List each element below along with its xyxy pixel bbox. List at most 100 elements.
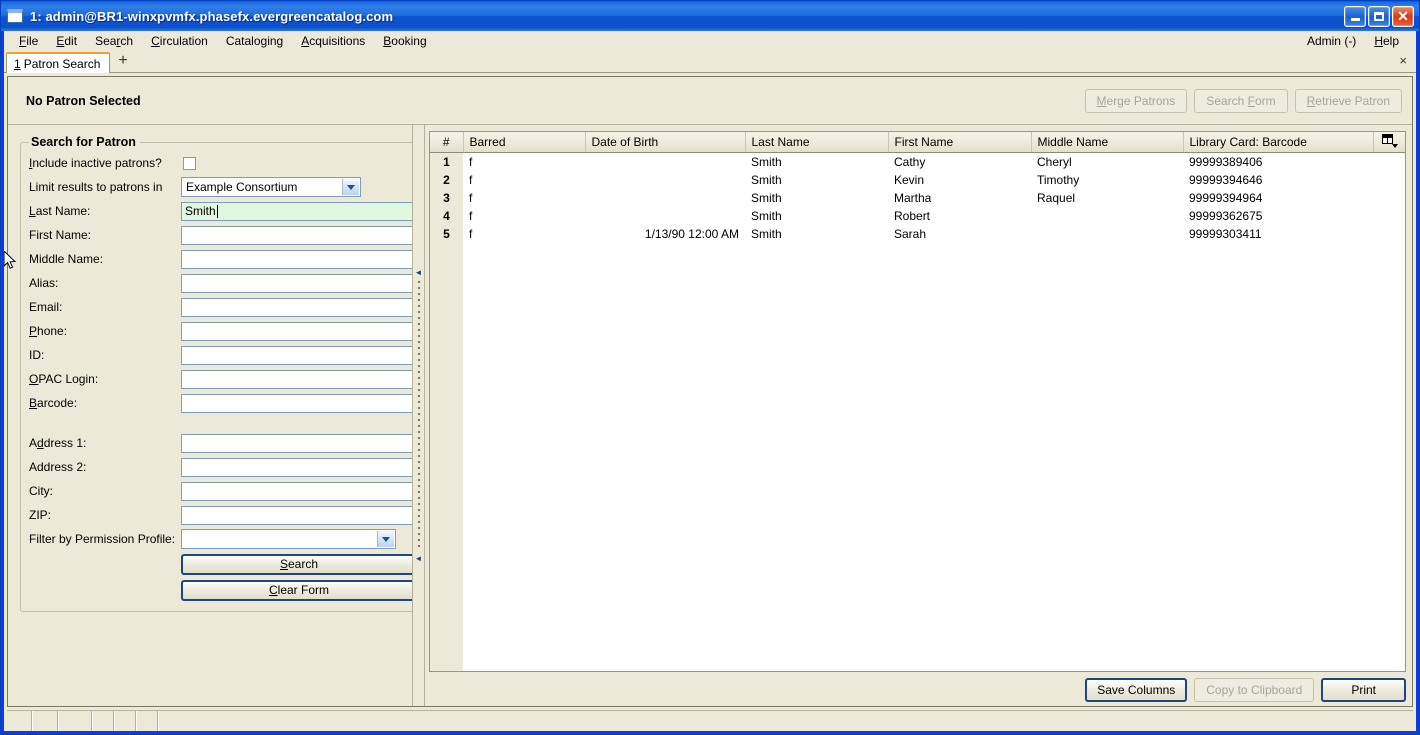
menu-help[interactable]: Help	[1365, 32, 1408, 50]
status-cell	[115, 711, 137, 731]
tab-patron-search[interactable]: 1 Patron Search	[6, 52, 111, 73]
barcode-input[interactable]	[181, 393, 412, 413]
cell-barred: f	[469, 226, 473, 241]
results-header: # Barred Date of Birth Last Name First N…	[430, 132, 1405, 153]
clear-form-button[interactable]: Clear Form	[181, 579, 412, 601]
zip-input[interactable]	[181, 505, 412, 525]
close-button[interactable]: ✕	[1392, 5, 1414, 27]
column-picker-cell[interactable]	[1373, 132, 1405, 153]
status-cell	[59, 711, 93, 731]
row-city: City:	[29, 479, 412, 503]
cell-barred: f	[469, 190, 473, 205]
menu-file[interactable]: File	[10, 32, 47, 50]
application-window: 1: admin@BR1-winxpvmfx.phasefx.evergreen…	[0, 0, 1420, 735]
status-cell	[33, 711, 59, 731]
cell-last-name: Smith	[751, 172, 782, 187]
close-tab-button[interactable]: ×	[1399, 54, 1416, 69]
row-opac-login: OPAC Login:	[29, 367, 412, 391]
save-columns-button[interactable]: Save Columns	[1085, 678, 1188, 702]
table-row[interactable]: 5 f 1/13/90 12:00 AM Smith Sarah 9999930…	[430, 224, 1405, 243]
search-form-button[interactable]: Search Form	[1194, 88, 1288, 113]
row-clear-button: Clear Form	[29, 577, 412, 603]
zip-label: ZIP:	[29, 508, 52, 522]
cell-barred: f	[469, 172, 473, 187]
opac-login-label: OPAC Login:	[29, 372, 99, 386]
menu-bar: File Edit Search Circulation Cataloging …	[4, 31, 1416, 51]
col-header-first-name[interactable]: First Name	[888, 132, 1032, 153]
email-input[interactable]	[181, 297, 412, 317]
middle-name-input[interactable]	[181, 249, 412, 269]
col-header-dob[interactable]: Date of Birth	[585, 132, 746, 153]
patron-header-bar: No Patron Selected Merge Patrons Search …	[8, 77, 1412, 125]
chevron-down-icon[interactable]	[377, 531, 394, 547]
search-for-patron-group: Search for Patron Include inactive patro…	[20, 135, 412, 612]
collapse-left-icon[interactable]: ◄	[415, 268, 423, 277]
maximize-icon	[1374, 11, 1384, 21]
cell-spacer	[1373, 189, 1405, 207]
menu-booking[interactable]: Booking	[374, 32, 435, 50]
first-name-input[interactable]	[181, 225, 412, 245]
alias-input[interactable]	[181, 273, 412, 293]
column-picker-icon[interactable]	[1382, 134, 1399, 148]
row-alias: Alias:	[29, 271, 412, 295]
cell-last-name: Smith	[751, 226, 782, 241]
search-button[interactable]: Search	[181, 553, 412, 575]
col-header-middle-name[interactable]: Middle Name	[1031, 132, 1184, 153]
menu-circulation[interactable]: Circulation	[142, 32, 217, 50]
address-1-input[interactable]	[181, 433, 412, 453]
address-2-input[interactable]	[181, 457, 412, 477]
maximize-button[interactable]	[1368, 5, 1390, 27]
collapse-right-icon[interactable]: ◄	[415, 554, 423, 563]
menu-acquisitions[interactable]: Acquisitions	[292, 32, 374, 50]
phone-input[interactable]	[181, 321, 412, 341]
search-group-legend: Search for Patron	[31, 135, 136, 149]
limit-results-select[interactable]: Example Consortium	[181, 177, 361, 197]
status-cell	[7, 711, 33, 731]
grid-empty-area	[430, 242, 1405, 671]
permission-profile-select[interactable]	[181, 529, 396, 549]
minimize-button[interactable]	[1344, 5, 1366, 27]
cell-first-name: Cathy	[894, 154, 926, 169]
new-tab-button[interactable]: +	[110, 52, 135, 71]
copy-to-clipboard-button[interactable]: Copy to Clipboard	[1194, 678, 1315, 702]
chevron-down-icon[interactable]	[342, 179, 359, 195]
cell-number: 5	[430, 224, 463, 243]
table-row[interactable]: 4 f Smith Robert 99999362675	[430, 206, 1405, 225]
row-email: Email:	[29, 295, 412, 319]
col-header-library-card[interactable]: Library Card: Barcode	[1183, 132, 1374, 153]
middle-name-label: Middle Name:	[29, 252, 104, 266]
barcode-label: Barcode:	[29, 396, 78, 410]
col-header-barred[interactable]: Barred	[463, 132, 586, 153]
table-row[interactable]: 1 f Smith Cathy Cheryl 99999389406	[430, 152, 1405, 171]
table-row[interactable]: 3 f Smith Martha Raquel 99999394964	[430, 188, 1405, 207]
retrieve-patron-button[interactable]: Retrieve Patron	[1294, 88, 1402, 113]
menu-search[interactable]: Search	[86, 32, 142, 50]
city-input[interactable]	[181, 481, 412, 501]
col-header-last-name[interactable]: Last Name	[745, 132, 889, 153]
menu-edit[interactable]: Edit	[47, 32, 86, 50]
cell-dob	[585, 171, 745, 189]
print-button[interactable]: Print	[1321, 678, 1406, 702]
row-middle-name: Middle Name:	[29, 247, 412, 271]
include-inactive-checkbox[interactable]	[183, 156, 196, 170]
cell-first-name: Kevin	[894, 172, 925, 187]
menu-admin[interactable]: Admin (-)	[1298, 32, 1365, 50]
menu-cataloging[interactable]: Cataloging	[217, 32, 292, 50]
splitter-grip[interactable]	[417, 280, 420, 551]
cell-barcode: 99999362675	[1189, 208, 1263, 223]
pane-splitter[interactable]: ◄ ◄	[412, 125, 425, 706]
table-row[interactable]: 2 f Smith Kevin Timothy 99999394646	[430, 170, 1405, 189]
row-barcode: Barcode:	[29, 391, 412, 415]
cell-last-name: Smith	[751, 190, 782, 205]
status-cell	[137, 711, 159, 731]
status-bar	[7, 710, 1413, 731]
last-name-input[interactable]: Smith	[181, 201, 412, 221]
opac-login-input[interactable]	[181, 369, 412, 389]
id-input[interactable]	[181, 345, 412, 365]
merge-patrons-button[interactable]: Merge Patrons	[1084, 88, 1188, 113]
cell-barcode: 99999389406	[1189, 154, 1263, 169]
city-label: City:	[29, 484, 53, 498]
row-phone: Phone:	[29, 319, 412, 343]
col-header-number[interactable]: #	[430, 132, 464, 153]
cell-middle-name: Cheryl	[1037, 154, 1072, 169]
